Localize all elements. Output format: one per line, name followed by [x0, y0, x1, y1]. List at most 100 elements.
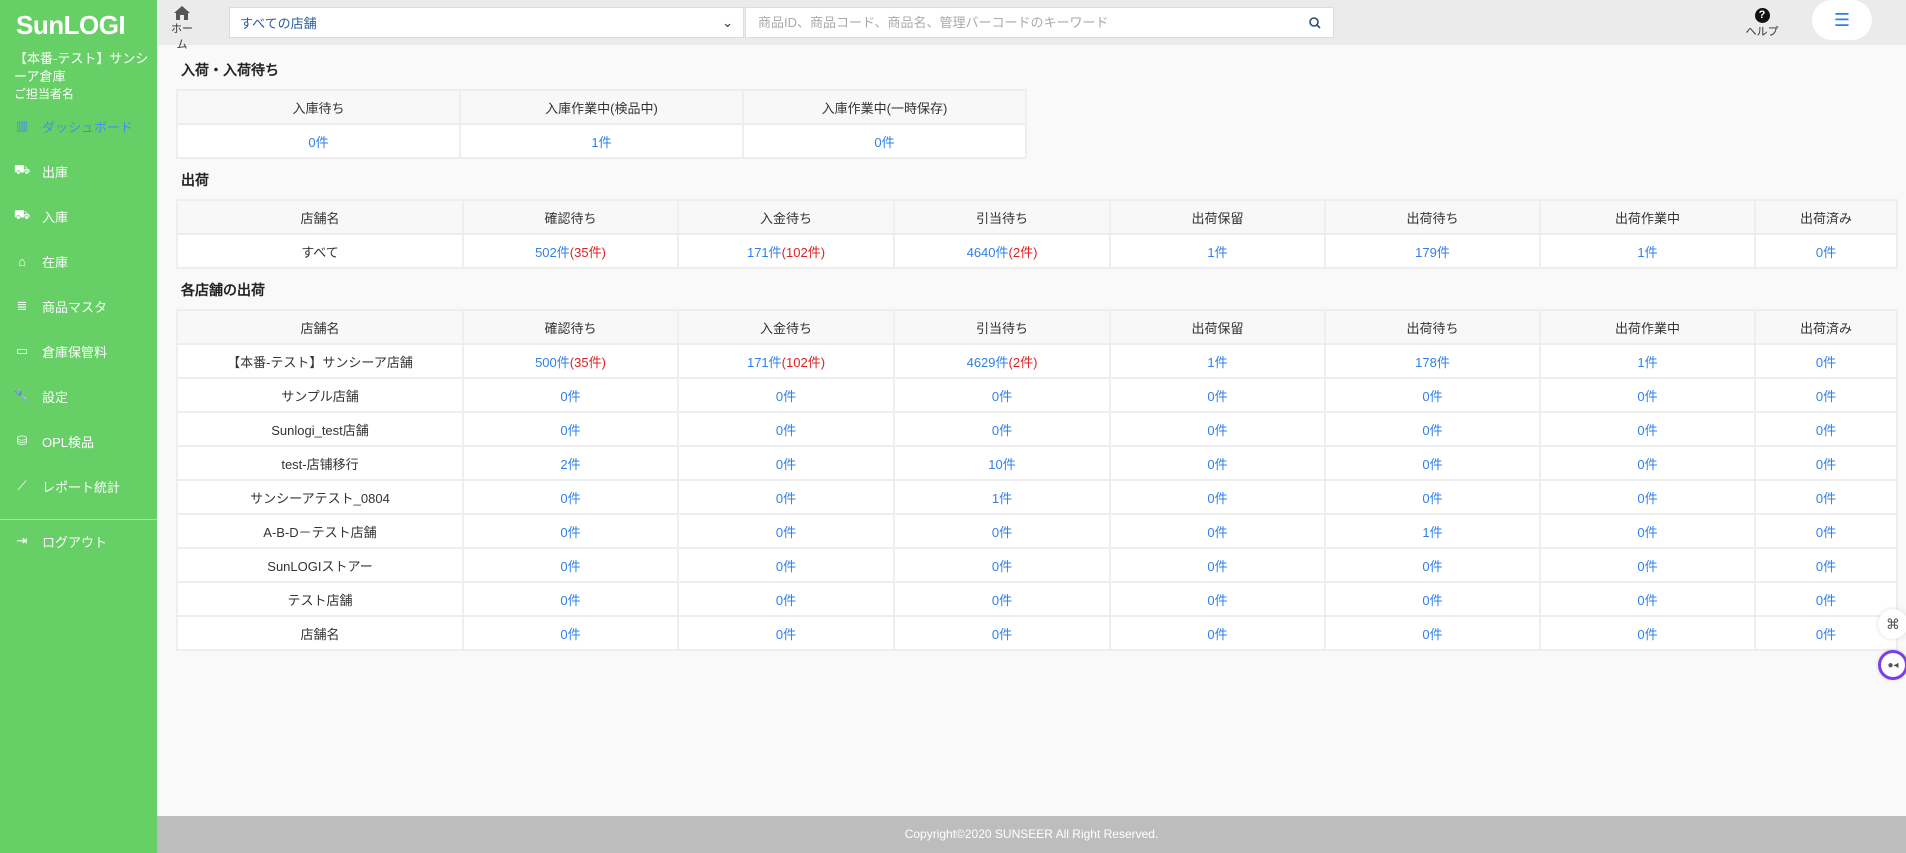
count-link[interactable]: 0件	[560, 525, 580, 540]
count-link[interactable]: 0件	[1207, 627, 1227, 642]
count-link[interactable]: 171件	[747, 355, 782, 370]
count-link[interactable]: 0件	[560, 423, 580, 438]
alert-count[interactable]: (102件)	[782, 355, 825, 370]
column-header: 出荷保留	[1109, 309, 1326, 345]
count-link[interactable]: 0件	[1422, 593, 1442, 608]
count-link[interactable]: 0件	[776, 491, 796, 506]
count-link[interactable]: 0件	[1637, 559, 1657, 574]
count-link[interactable]: 0件	[992, 627, 1012, 642]
sidebar-item-0[interactable]: ▥ ダッシュボード	[0, 111, 157, 141]
count-link[interactable]: 0件	[1637, 593, 1657, 608]
help-button[interactable]: ? ヘルプ	[1742, 8, 1782, 39]
count-link[interactable]: 1件	[992, 491, 1012, 506]
count-link[interactable]: 0件	[1207, 423, 1227, 438]
count-link[interactable]: 4629件	[967, 355, 1009, 370]
logout-button[interactable]: ⇥ ログアウト	[0, 526, 157, 556]
alert-count[interactable]: (35件)	[570, 355, 606, 370]
sidebar-item-3[interactable]: ⌂ 在庫	[0, 246, 157, 276]
count-link[interactable]: 10件	[988, 457, 1015, 472]
count-link[interactable]: 0件	[1207, 525, 1227, 540]
count-link[interactable]: 0件	[776, 627, 796, 642]
count-link[interactable]: 0件	[1816, 457, 1836, 472]
count-link[interactable]: 0件	[992, 525, 1012, 540]
sidebar-item-2[interactable]: ⛟ 入庫	[0, 201, 157, 231]
count-link[interactable]: 1件	[459, 123, 744, 159]
count-link[interactable]: 0件	[1422, 491, 1442, 506]
count-link[interactable]: 502件	[535, 245, 570, 260]
count-link[interactable]: 171件	[747, 245, 782, 260]
count-link[interactable]: 0件	[1422, 423, 1442, 438]
count-cell: 0件	[1324, 377, 1541, 413]
chat-bot-button[interactable]: ●◂	[1878, 650, 1906, 680]
count-link[interactable]: 179件	[1415, 245, 1450, 260]
count-link[interactable]: 500件	[535, 355, 570, 370]
count-link[interactable]: 0件	[1422, 389, 1442, 404]
count-link[interactable]: 1件	[1207, 355, 1227, 370]
count-link[interactable]: 0件	[1207, 457, 1227, 472]
count-link[interactable]: 0件	[992, 423, 1012, 438]
count-link[interactable]: 0件	[1816, 593, 1836, 608]
alert-count[interactable]: (2件)	[1009, 245, 1038, 260]
count-link[interactable]: 0件	[776, 559, 796, 574]
count-link[interactable]: 0件	[560, 559, 580, 574]
count-link[interactable]: 0件	[776, 423, 796, 438]
count-cell: 0件	[677, 513, 895, 549]
alert-count[interactable]: (2件)	[1009, 355, 1038, 370]
count-link[interactable]: 178件	[1415, 355, 1450, 370]
count-link[interactable]: 1件	[1422, 525, 1442, 540]
count-link[interactable]: 0件	[1816, 423, 1836, 438]
count-link[interactable]: 0件	[1816, 389, 1836, 404]
count-link[interactable]: 0件	[776, 457, 796, 472]
count-link[interactable]: 0件	[1816, 627, 1836, 642]
count-link[interactable]: 0件	[776, 389, 796, 404]
count-link[interactable]: 0件	[992, 559, 1012, 574]
apps-button[interactable]: ⌘	[1878, 609, 1906, 639]
count-link[interactable]: 0件	[1422, 457, 1442, 472]
sidebar-item-4[interactable]: ≣ 商品マスタ	[0, 291, 157, 321]
sidebar-item-1[interactable]: ⛟ 出庫	[0, 156, 157, 186]
sidebar-item-6[interactable]: 🔧 設定	[0, 381, 157, 411]
sidebar-item-8[interactable]: ⟋ レポート統計	[0, 471, 157, 501]
count-link[interactable]: 0件	[1422, 559, 1442, 574]
count-link[interactable]: 2件	[560, 457, 580, 472]
count-link[interactable]: 0件	[776, 525, 796, 540]
count-link[interactable]: 4640件	[967, 245, 1009, 260]
count-link[interactable]: 0件	[176, 123, 461, 159]
count-link[interactable]: 0件	[1207, 491, 1227, 506]
count-link[interactable]: 0件	[1207, 389, 1227, 404]
count-link[interactable]: 0件	[742, 123, 1027, 159]
count-link[interactable]: 0件	[1816, 355, 1836, 370]
search-icon[interactable]	[1309, 16, 1321, 29]
count-link[interactable]: 0件	[560, 593, 580, 608]
home-button[interactable]: ホーム	[167, 6, 197, 52]
store-select[interactable]: すべての店舗 ⌄	[229, 7, 744, 38]
search-input[interactable]	[758, 15, 1309, 30]
count-link[interactable]: 0件	[1422, 627, 1442, 642]
count-link[interactable]: 0件	[992, 593, 1012, 608]
count-link[interactable]: 0件	[776, 593, 796, 608]
count-link[interactable]: 0件	[560, 491, 580, 506]
count-link[interactable]: 1件	[1637, 245, 1657, 260]
count-link[interactable]: 0件	[560, 389, 580, 404]
count-link[interactable]: 1件	[1207, 245, 1227, 260]
count-link[interactable]: 0件	[1637, 423, 1657, 438]
count-link[interactable]: 0件	[1637, 491, 1657, 506]
count-link[interactable]: 0件	[1207, 559, 1227, 574]
count-link[interactable]: 1件	[1637, 355, 1657, 370]
count-link[interactable]: 0件	[1816, 559, 1836, 574]
count-link[interactable]: 0件	[1207, 593, 1227, 608]
count-link[interactable]: 0件	[992, 389, 1012, 404]
menu-toggle-button[interactable]: ☰	[1812, 0, 1872, 40]
count-link[interactable]: 0件	[560, 627, 580, 642]
sidebar-item-7[interactable]: ⛁ OPL検品	[0, 426, 157, 456]
alert-count[interactable]: (35件)	[570, 245, 606, 260]
count-link[interactable]: 0件	[1816, 245, 1836, 260]
alert-count[interactable]: (102件)	[782, 245, 825, 260]
count-link[interactable]: 0件	[1637, 389, 1657, 404]
count-link[interactable]: 0件	[1816, 525, 1836, 540]
count-link[interactable]: 0件	[1637, 627, 1657, 642]
count-link[interactable]: 0件	[1637, 525, 1657, 540]
count-link[interactable]: 0件	[1637, 457, 1657, 472]
sidebar-item-5[interactable]: ▭ 倉庫保管料	[0, 336, 157, 366]
count-link[interactable]: 0件	[1816, 491, 1836, 506]
